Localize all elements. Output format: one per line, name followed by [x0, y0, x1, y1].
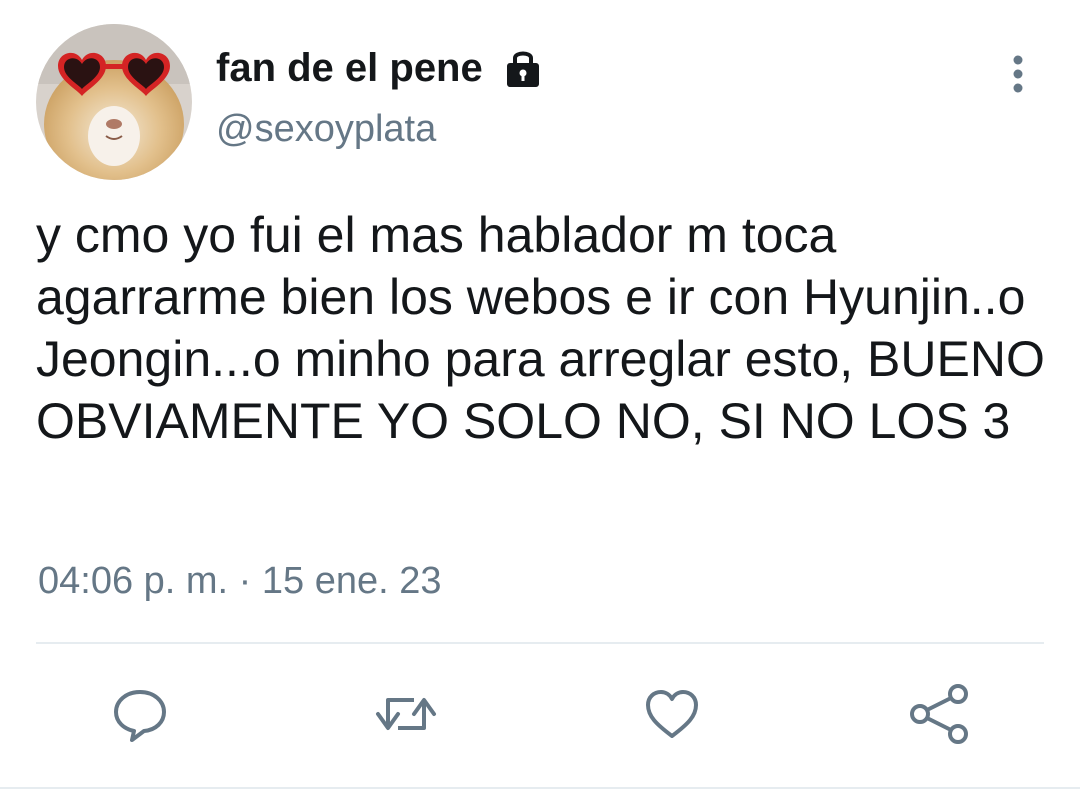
guinea-pig-avatar-image — [36, 24, 192, 180]
tweet-card: fan de el pene @sexoyplata y cmo yo fui … — [0, 0, 1080, 807]
retweet-icon — [376, 698, 436, 730]
lock-icon — [501, 46, 545, 90]
more-options-icon[interactable] — [998, 52, 1038, 96]
tweet-text: y cmo yo fui el mas hablador m toca agar… — [36, 207, 1045, 449]
share-icon — [910, 684, 968, 744]
like-button[interactable] — [640, 682, 704, 746]
tweet-time: 04:06 p. m. — [38, 560, 229, 602]
user-handle[interactable]: @sexoyplata — [216, 108, 436, 151]
like-icon — [646, 690, 698, 738]
retweet-button[interactable] — [374, 682, 438, 746]
tweet-timestamp[interactable]: 04:06 p. m. · 15 ene. 23 — [38, 560, 442, 603]
bottom-divider — [0, 787, 1080, 789]
user-name-row: fan de el pene — [216, 40, 545, 96]
reply-button[interactable] — [108, 682, 172, 746]
divider — [36, 642, 1044, 644]
avatar[interactable] — [36, 24, 192, 180]
share-button[interactable] — [908, 682, 972, 746]
display-name[interactable]: fan de el pene — [216, 46, 483, 91]
meta-separator: · — [228, 560, 262, 602]
tweet-date: 15 ene. 23 — [261, 560, 442, 602]
reply-icon — [114, 690, 166, 742]
